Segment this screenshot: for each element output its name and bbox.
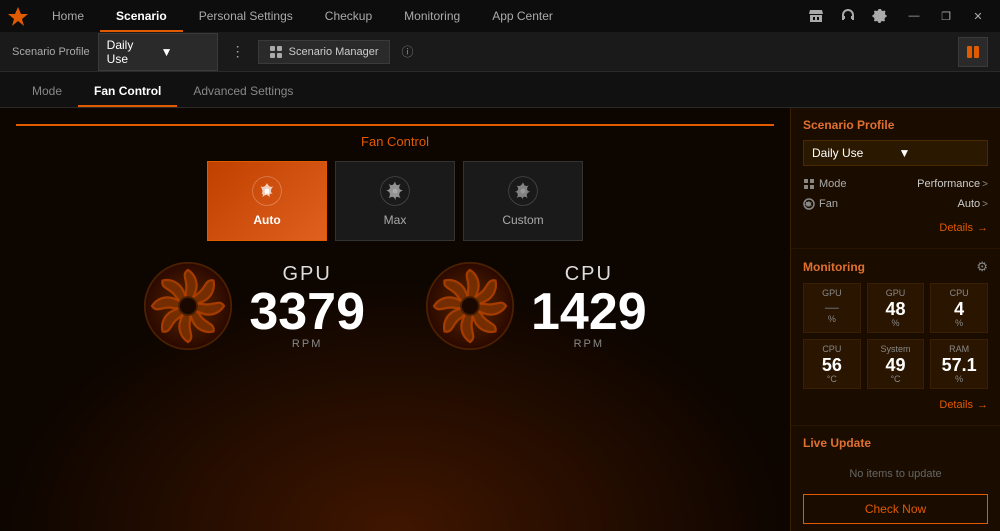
main-content: Fan Control A Auto	[0, 108, 1000, 531]
cpu-fan-visual	[425, 261, 515, 351]
gpu-fan-block: GPU 3379 RPM	[143, 261, 365, 351]
rp-scenario-profile-title: Scenario Profile	[803, 118, 894, 132]
tab-mode[interactable]: Mode	[16, 75, 78, 107]
nav-tab-monitoring[interactable]: Monitoring	[388, 0, 476, 32]
mode-icon	[803, 178, 815, 190]
nav-tab-app-center[interactable]: App Center	[476, 0, 569, 32]
fan-mode-custom[interactable]: Custom	[463, 161, 583, 241]
monitor-gpu-percent: GPU — %	[803, 283, 861, 333]
rpm-section: GPU 3379 RPM	[16, 261, 774, 351]
info-icon[interactable]: ⓘ	[398, 42, 418, 62]
monitor-gpu-load: GPU 48 %	[867, 283, 925, 333]
monitor-cpu-temp: CPU 56 °C	[803, 339, 861, 389]
gpu-rpm-info: GPU 3379 RPM	[249, 263, 365, 350]
rp-live-update-header: Live Update	[803, 436, 988, 450]
custom-fan-icon	[507, 175, 539, 207]
auto-fan-icon: A	[251, 175, 283, 207]
store-icon[interactable]	[804, 4, 828, 28]
mode-arrow-icon: >	[982, 179, 988, 190]
close-button[interactable]: ✕	[964, 6, 992, 26]
tab-bar: Mode Fan Control Advanced Settings	[0, 72, 1000, 108]
max-fan-icon	[379, 175, 411, 207]
gpu-fan-spinner	[143, 261, 233, 351]
left-panel: Fan Control A Auto	[0, 108, 790, 531]
rp-profile-dropdown[interactable]: Daily Use ▼	[803, 140, 988, 166]
max-card-label: Max	[384, 213, 407, 227]
nav-tab-checkup[interactable]: Checkup	[309, 0, 388, 32]
fan-mode-max[interactable]: Max	[335, 161, 455, 241]
auto-card-label: Auto	[253, 213, 280, 227]
cpu-rpm-value: 1429	[531, 286, 647, 338]
settings-icon[interactable]	[868, 4, 892, 28]
rp-dropdown-arrow-icon: ▼	[899, 146, 980, 160]
cpu-fan-spinner	[425, 261, 515, 351]
rp-live-update-title: Live Update	[803, 436, 871, 450]
panel-toggle-icon	[966, 45, 980, 59]
more-options-button[interactable]: ⋮	[226, 40, 250, 64]
rp-scenario-details-link[interactable]: Details →	[803, 218, 988, 238]
monitor-cpu-load: CPU 4 %	[930, 283, 988, 333]
minimize-button[interactable]: —	[900, 6, 928, 26]
tab-advanced-settings[interactable]: Advanced Settings	[177, 75, 309, 107]
headset-icon[interactable]	[836, 4, 860, 28]
fan-row-icon	[803, 198, 815, 210]
monitoring-details-arrow-icon: →	[977, 399, 988, 411]
nav-tab-scenario[interactable]: Scenario	[100, 0, 183, 32]
rp-scenario-profile: Scenario Profile Daily Use ▼ Mode P	[791, 108, 1000, 249]
nav-tabs: Home Scenario Personal Settings Checkup …	[36, 0, 804, 32]
scenario-manager-button[interactable]: Scenario Manager	[258, 40, 390, 64]
rp-monitoring: Monitoring ⚙ GPU — % GPU 48 % CPU 4	[791, 249, 1000, 426]
dropdown-arrow-icon: ▼	[161, 45, 209, 59]
fan-arrow-icon: >	[982, 199, 988, 210]
titlebar-icons	[804, 4, 892, 28]
rp-monitoring-header: Monitoring ⚙	[803, 259, 988, 275]
logo-icon	[8, 6, 28, 26]
rp-monitoring-details-link[interactable]: Details →	[803, 395, 988, 415]
rp-mode-row: Mode Performance >	[803, 174, 988, 194]
nav-tab-personal-settings[interactable]: Personal Settings	[183, 0, 309, 32]
gpu-fan-visual	[143, 261, 233, 351]
rp-scenario-profile-header: Scenario Profile	[803, 118, 988, 132]
scenario-profile-label: Scenario Profile	[12, 46, 90, 58]
monitoring-settings-icon[interactable]: ⚙	[976, 259, 988, 275]
details-arrow-icon: →	[977, 222, 988, 234]
tab-fan-control[interactable]: Fan Control	[78, 75, 177, 107]
monitor-ram: RAM 57.1 %	[930, 339, 988, 389]
rp-monitoring-title: Monitoring	[803, 260, 865, 274]
window-controls: — ❐ ✕	[900, 6, 992, 26]
titlebar: Home Scenario Personal Settings Checkup …	[0, 0, 1000, 32]
svg-text:A: A	[265, 189, 270, 196]
maximize-button[interactable]: ❐	[932, 6, 960, 26]
scenario-profile-dropdown[interactable]: Daily Use ▼	[98, 33, 218, 71]
rp-live-update: Live Update No items to update Check Now…	[791, 426, 1000, 531]
gpu-rpm-value: 3379	[249, 286, 365, 338]
nav-tab-home[interactable]: Home	[36, 0, 100, 32]
fan-mode-auto[interactable]: A Auto	[207, 161, 327, 241]
expand-panel-button[interactable]	[958, 37, 988, 67]
subheader: Scenario Profile Daily Use ▼ ⋮ Scenario …	[0, 32, 1000, 72]
rp-fan-row: Fan Auto >	[803, 194, 988, 214]
check-now-button[interactable]: Check Now	[803, 494, 988, 524]
app-logo	[8, 6, 28, 26]
right-panel: Scenario Profile Daily Use ▼ Mode P	[790, 108, 1000, 531]
monitoring-grid: GPU — % GPU 48 % CPU 4 % CPU 56	[803, 283, 988, 389]
cpu-rpm-info: CPU 1429 RPM	[531, 263, 647, 350]
no-update-text: No items to update	[803, 458, 988, 490]
custom-card-label: Custom	[502, 213, 543, 227]
fan-control-title: Fan Control	[16, 124, 774, 149]
fan-mode-cards: A Auto Max	[16, 161, 774, 241]
scenario-manager-icon	[269, 45, 283, 59]
monitor-system-temp: System 49 °C	[867, 339, 925, 389]
cpu-fan-block: CPU 1429 RPM	[425, 261, 647, 351]
